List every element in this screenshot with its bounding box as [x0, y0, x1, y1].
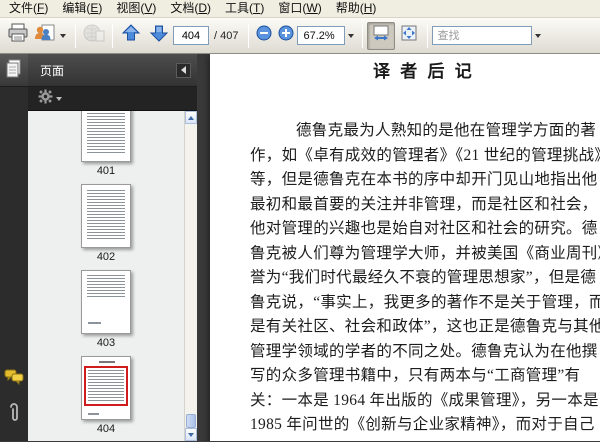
fit-page-button[interactable] [395, 22, 423, 50]
current-view-indicator [84, 366, 128, 406]
page-thumbnail-401[interactable]: 401 [28, 111, 184, 177]
options-menu-button[interactable] [38, 89, 66, 109]
page-thumbnail-404[interactable]: 404 [28, 356, 184, 435]
comments-panel-tab[interactable] [4, 369, 24, 390]
toolbar-separator [427, 23, 429, 48]
collaborate-icon [33, 23, 57, 48]
attachments-icon [7, 403, 21, 428]
page-thumbnail-402[interactable]: 402 [28, 184, 184, 263]
fit-page-icon [400, 24, 418, 47]
scroll-down-button[interactable] [185, 428, 197, 441]
document-text-line: 管理学领域的学者的不同之处。德鲁克认为在他撰 [250, 342, 598, 360]
next-page-button[interactable] [145, 22, 173, 50]
menu-v[interactable]: 视图(V) [109, 0, 163, 17]
find-input[interactable] [432, 26, 533, 45]
toolbar-separator [248, 23, 250, 48]
share-document-button [80, 22, 108, 50]
thumbnail-scrollbar[interactable] [184, 111, 197, 441]
pages-panel-header: 页面 [28, 54, 197, 87]
menu-e[interactable]: 编辑(E) [55, 0, 109, 17]
navigation-rail [0, 54, 28, 441]
pages-options-bar [28, 87, 197, 111]
menu-f[interactable]: 文件(F) [2, 0, 55, 17]
zoom-in-button[interactable] [275, 22, 297, 50]
document-text-line: 德鲁克最为人熟知的是他在管理学方面的著 [296, 122, 597, 139]
share-document-icon [82, 23, 106, 48]
collaborate-dropdown-arrow [60, 33, 66, 38]
down-arrow-icon [149, 23, 169, 48]
comments-icon [4, 369, 24, 389]
menu-t[interactable]: 工具(T) [218, 0, 271, 17]
document-text-line: 1985 年问世的《创新与企业家精神》，而对于自己 [250, 416, 595, 433]
print-button[interactable] [4, 22, 32, 50]
thumbnail-page-number: 404 [96, 423, 116, 435]
page-thumbnail-403[interactable]: 403 [28, 270, 184, 349]
printer-icon [7, 23, 29, 48]
thumbnail-page-number: 401 [96, 165, 116, 177]
document-view[interactable]: 译 者 后 记 德鲁克最为人熟知的是他在管理学方面的著作，如《卓有成效的管理者》… [197, 54, 600, 441]
scrollbar-thumb[interactable] [186, 414, 196, 428]
chevron-up-icon [188, 115, 194, 120]
options-dropdown-arrow [56, 96, 62, 101]
document-text-line: 他对管理的兴趣也是始自对社区和社会的研究。德 [250, 220, 598, 237]
collapse-panel-button[interactable] [176, 62, 191, 78]
attachments-panel-tab[interactable] [7, 402, 21, 429]
document-text-line: 关：一本是 1964 年出版的《成果管理》，另一本是 [250, 391, 599, 409]
document-text-line: 作，如《卓有成效的管理者》《21 世纪的管理挑战》 [250, 146, 600, 164]
pages-panel: 页面 401 402 403 404 [28, 54, 197, 441]
document-text-line: 鲁克说，“事实上，我更多的著作不是关于管理，而 [250, 293, 600, 311]
pages-panel-title: 页面 [40, 63, 65, 78]
chevron-down-icon [188, 432, 194, 437]
zoom-out-button[interactable] [253, 22, 275, 50]
document-text-line: 最初和最首要的关注并非管理，而是社区和社会， [250, 195, 598, 213]
scroll-up-button[interactable] [185, 111, 197, 124]
zoom-dropdown-arrow[interactable] [348, 33, 355, 38]
main-toolbar: / 407 67.2% [0, 18, 600, 54]
pages-panel-tab[interactable] [0, 54, 28, 87]
menu-h[interactable]: 帮助(H) [329, 0, 384, 17]
document-text-line: 写的众多管理书籍中，只有两本与“工商管理”有 [250, 367, 581, 384]
toolbar-separator [112, 23, 113, 48]
fit-width-icon [372, 24, 390, 47]
document-text-line: 是有关社区、社会和政体”，这也正是德鲁克与其他 [250, 318, 600, 335]
page-number-input[interactable] [173, 26, 209, 45]
toolbar-separator [75, 23, 76, 48]
document-page: 译 者 后 记 德鲁克最为人熟知的是他在管理学方面的著作，如《卓有成效的管理者》… [210, 54, 600, 441]
document-text-line: 等，但是德鲁克在本书的序中却开门见山地指出他 [250, 171, 598, 188]
scrollbar-track[interactable] [185, 124, 197, 414]
zoom-level-value[interactable]: 67.2% [297, 26, 346, 45]
document-text-line: 鲁克被人们尊为管理学大师，并被美国《商业周刊》 [250, 244, 600, 262]
plus-icon [278, 25, 294, 46]
menu-bar: 文件(F) 编辑(E) 视图(V) 文档(D) 工具(T) 窗口(W) 帮助(H) [0, 0, 600, 18]
page-total-label: / 407 [214, 29, 239, 42]
fit-width-button[interactable] [367, 21, 396, 50]
minus-icon [256, 25, 272, 46]
pages-icon [5, 58, 23, 83]
menu-d[interactable]: 文档(D) [163, 0, 218, 17]
document-title: 译 者 后 记 [373, 62, 475, 81]
menu-w[interactable]: 窗口(W) [271, 0, 328, 17]
collaborate-button[interactable] [32, 22, 71, 50]
document-text-line: 誉为“我们时代最经久不衰的管理思想家”，但是德 [250, 269, 597, 286]
thumbnail-page-number: 402 [96, 251, 116, 263]
thumbnail-page-number: 403 [96, 337, 116, 349]
previous-page-button[interactable] [117, 22, 145, 50]
toolbar-separator [362, 23, 364, 48]
thumbnail-list: 401 402 403 404 [28, 111, 184, 441]
pdf-reader-window: 文件(F) 编辑(E) 视图(V) 文档(D) 工具(T) 窗口(W) 帮助(H) [0, 0, 600, 442]
find-dropdown-arrow[interactable] [535, 33, 542, 38]
collapse-left-icon [181, 66, 186, 74]
gear-icon [38, 89, 53, 109]
up-arrow-icon [121, 23, 141, 48]
document-body: 德鲁克最为人熟知的是他在管理学方面的著作，如《卓有成效的管理者》《21 世纪的管… [250, 119, 600, 438]
